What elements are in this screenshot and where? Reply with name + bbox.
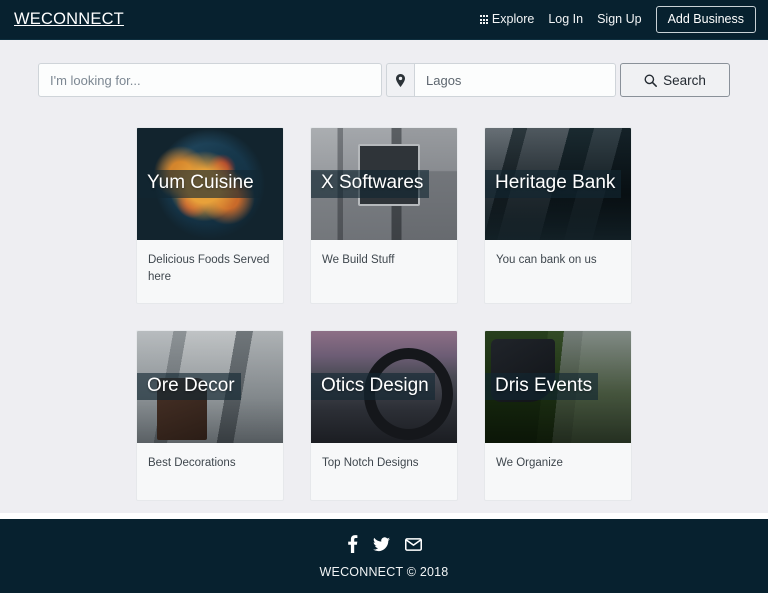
footer-copyright: WECONNECT © 2018 — [319, 565, 449, 579]
search-input-placeholder: I'm looking for... — [50, 72, 141, 88]
business-card-title: X Softwares — [311, 170, 430, 198]
business-card-description: We Organize — [496, 456, 563, 469]
business-card-description: Delicious Foods Served here — [148, 254, 270, 284]
search-button[interactable]: Search — [620, 63, 730, 97]
nav-link-signup[interactable]: Sign Up — [597, 13, 641, 26]
business-card-title: Ore Decor — [137, 372, 241, 401]
business-card-media: X Softwares — [311, 128, 457, 240]
business-card[interactable]: Yum Cuisine Delicious Foods Served here — [136, 127, 284, 304]
business-card-title: Otics Design — [311, 372, 435, 401]
search-section: I'm looking for... Lagos Search — [0, 40, 768, 97]
navbar-links: Explore Log In Sign Up Add Business — [479, 6, 756, 33]
map-marker-icon — [386, 63, 414, 97]
business-card-media: Heritage Bank — [485, 128, 631, 240]
business-card[interactable]: Ore Decor Best Decorations — [136, 329, 284, 501]
business-card[interactable]: Dris Events We Organize — [484, 329, 632, 501]
brand-logo[interactable]: WECONNECT — [14, 11, 124, 28]
business-card-title: Dris Events — [485, 372, 599, 401]
business-card[interactable]: Otics Design Top Notch Designs — [310, 329, 458, 501]
location-input[interactable]: Lagos — [414, 63, 616, 97]
business-card-title: Yum Cuisine — [137, 170, 260, 198]
search-icon — [644, 74, 658, 87]
footer-social-links — [0, 535, 768, 553]
search-input[interactable]: I'm looking for... — [38, 63, 382, 97]
business-card-description: Top Notch Designs — [322, 456, 419, 469]
envelope-icon[interactable] — [404, 535, 422, 553]
add-business-button[interactable]: Add Business — [655, 6, 756, 33]
business-card-description: You can bank on us — [496, 254, 597, 266]
location-input-value: Lagos — [426, 72, 462, 88]
footer: WECONNECT © 2018 — [0, 519, 768, 593]
business-card[interactable]: Heritage Bank You can bank on us — [484, 127, 632, 304]
facebook-icon[interactable] — [347, 535, 358, 553]
business-card-media: Otics Design — [311, 330, 457, 443]
search-button-label: Search — [663, 72, 706, 88]
business-card-media: Yum Cuisine — [137, 128, 283, 240]
business-card[interactable]: X Softwares We Build Stuff — [310, 127, 458, 304]
business-card-description: We Build Stuff — [322, 254, 395, 266]
business-card-media: Dris Events — [485, 330, 631, 443]
search-bar: I'm looking for... Lagos Search — [38, 63, 730, 97]
business-card-title: Heritage Bank — [485, 170, 622, 198]
nav-link-explore[interactable]: Explore — [479, 12, 535, 27]
nav-link-explore-label: Explore — [491, 12, 535, 27]
listings-grid: Yum Cuisine Delicious Foods Served here … — [134, 127, 634, 501]
location-input-group: Lagos — [386, 63, 616, 97]
nav-link-login[interactable]: Log In — [548, 13, 583, 26]
listings-section: Yum Cuisine Delicious Foods Served here … — [0, 97, 768, 513]
twitter-icon[interactable] — [372, 535, 390, 553]
grid-icon — [479, 15, 488, 24]
business-card-description: Best Decorations — [148, 456, 236, 469]
navbar: WECONNECT Explore Log In Sign Up Add Bus… — [0, 0, 768, 40]
business-card-media: Ore Decor — [137, 330, 283, 443]
